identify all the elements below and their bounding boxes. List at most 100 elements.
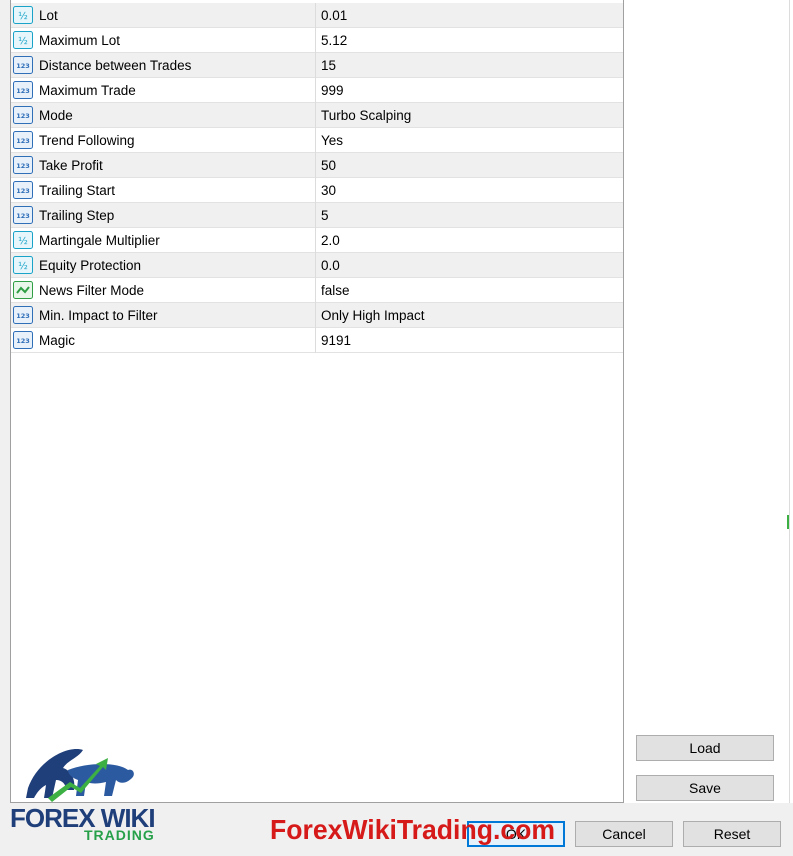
fraction-icon-svg: ½: [13, 6, 33, 24]
watermark-text: ForexWikiTrading.com: [270, 814, 556, 845]
integer-icon: 123: [13, 181, 33, 199]
svg-text:½: ½: [18, 260, 28, 272]
parameter-name: Equity Protection: [39, 257, 142, 273]
svg-text:123: 123: [16, 87, 30, 95]
parameter-value[interactable]: 999: [316, 78, 623, 103]
svg-text:123: 123: [16, 337, 30, 345]
parameter-row[interactable]: 123 Trend Following Yes: [11, 127, 623, 153]
svg-text:123: 123: [16, 137, 30, 145]
svg-text:123: 123: [16, 212, 30, 220]
parameter-name-cell: 123 Trailing Step: [11, 202, 316, 228]
green-marker: [787, 515, 789, 529]
integer-icon-svg: 123: [13, 81, 33, 99]
parameter-name: Mode: [39, 107, 73, 123]
reset-button[interactable]: Reset: [683, 821, 781, 847]
integer-icon: 123: [13, 306, 33, 324]
integer-icon: 123: [13, 156, 33, 174]
svg-text:½: ½: [18, 35, 28, 47]
parameter-row[interactable]: ½ Equity Protection 0.0: [11, 252, 623, 278]
parameter-name-cell: ½ Lot: [11, 2, 316, 28]
fraction-icon: ½: [13, 6, 33, 24]
parameter-row[interactable]: 123 Maximum Trade 999: [11, 77, 623, 103]
logo-subtext: TRADING: [84, 827, 155, 843]
parameter-row[interactable]: 123 Take Profit 50: [11, 152, 623, 178]
svg-text:123: 123: [16, 187, 30, 195]
parameter-row[interactable]: 123 Distance between Trades 15: [11, 52, 623, 78]
parameter-row[interactable]: ½ Martingale Multiplier 2.0: [11, 227, 623, 253]
fraction-icon-svg: ½: [13, 31, 33, 49]
side-divider: [789, 0, 790, 856]
fraction-icon: ½: [13, 231, 33, 249]
parameter-value[interactable]: 30: [316, 178, 623, 203]
parameter-name-cell: News Filter Mode: [11, 277, 316, 303]
parameter-value[interactable]: 50: [316, 153, 623, 178]
parameter-name: Maximum Lot: [39, 32, 121, 48]
load-button[interactable]: Load: [636, 735, 774, 761]
parameter-row[interactable]: 123 Mode Turbo Scalping: [11, 102, 623, 128]
save-button[interactable]: Save: [636, 775, 774, 801]
parameter-value[interactable]: Turbo Scalping: [316, 103, 623, 128]
parameter-name-cell: 123 Min. Impact to Filter: [11, 302, 316, 328]
fraction-icon-svg: ½: [13, 231, 33, 249]
parameter-value[interactable]: Yes: [316, 128, 623, 153]
parameter-name: Distance between Trades: [39, 57, 192, 73]
integer-icon: 123: [13, 56, 33, 74]
integer-icon: 123: [13, 106, 33, 124]
integer-icon-svg: 123: [13, 156, 33, 174]
parameter-value[interactable]: 2.0: [316, 228, 623, 253]
integer-icon-svg: 123: [13, 56, 33, 74]
parameter-name: Take Profit: [39, 157, 103, 173]
svg-text:123: 123: [16, 312, 30, 320]
side-panel: [624, 0, 793, 856]
parameter-value[interactable]: 9191: [316, 328, 623, 353]
parameter-name: News Filter Mode: [39, 282, 145, 298]
parameter-value[interactable]: Only High Impact: [316, 303, 623, 328]
parameter-row[interactable]: 123 Min. Impact to Filter Only High Impact: [11, 302, 623, 328]
integer-icon-svg: 123: [13, 106, 33, 124]
parameter-value[interactable]: 0.0: [316, 253, 623, 278]
parameter-name: Trailing Step: [39, 207, 115, 223]
integer-icon-svg: 123: [13, 306, 33, 324]
parameter-value[interactable]: false: [316, 278, 623, 303]
parameter-row[interactable]: 123 Trailing Start 30: [11, 177, 623, 203]
integer-icon-svg: 123: [13, 331, 33, 349]
parameter-value[interactable]: 0.01: [316, 3, 623, 28]
svg-text:½: ½: [18, 10, 28, 22]
parameter-name: Trailing Start: [39, 182, 116, 198]
parameter-name-cell: ½ Martingale Multiplier: [11, 227, 316, 253]
parameter-name-cell: 123 Magic: [11, 327, 316, 353]
parameter-value[interactable]: 5: [316, 203, 623, 228]
parameter-name: Maximum Trade: [39, 82, 136, 98]
integer-icon: 123: [13, 206, 33, 224]
svg-text:123: 123: [16, 162, 30, 170]
parameter-name-cell: 123 Take Profit: [11, 152, 316, 178]
parameter-row[interactable]: ½ Maximum Lot 5.12: [11, 27, 623, 53]
parameter-value[interactable]: 5.12: [316, 28, 623, 53]
svg-text:123: 123: [16, 112, 30, 120]
parameter-name-cell: 123 Mode: [11, 102, 316, 128]
parameter-name: Trend Following: [39, 132, 135, 148]
parameter-name-cell: 123 Maximum Trade: [11, 77, 316, 103]
parameter-name-cell: 123 Trend Following: [11, 127, 316, 153]
parameter-name: Lot: [39, 7, 58, 23]
parameter-row[interactable]: 123 Magic 9191: [11, 327, 623, 353]
integer-icon: 123: [13, 131, 33, 149]
parameter-name-cell: ½ Equity Protection: [11, 252, 316, 278]
cancel-button[interactable]: Cancel: [575, 821, 673, 847]
parameter-row[interactable]: 123 Trailing Step 5: [11, 202, 623, 228]
integer-icon-svg: 123: [13, 181, 33, 199]
parameter-name: Martingale Multiplier: [39, 232, 160, 248]
boolean-icon: [13, 281, 33, 299]
parameter-name-cell: 123 Distance between Trades: [11, 52, 316, 78]
parameter-row[interactable]: News Filter Mode false: [11, 277, 623, 303]
parameter-name: Magic: [39, 332, 76, 348]
svg-text:123: 123: [16, 62, 30, 70]
fraction-icon: ½: [13, 256, 33, 274]
fraction-icon-svg: ½: [13, 256, 33, 274]
fraction-icon: ½: [13, 31, 33, 49]
parameter-name-cell: ½ Maximum Lot: [11, 27, 316, 53]
parameter-row[interactable]: ½ Lot 0.01: [11, 2, 623, 28]
parameter-name-cell: 123 Trailing Start: [11, 177, 316, 203]
integer-icon-svg: 123: [13, 131, 33, 149]
parameter-value[interactable]: 15: [316, 53, 623, 78]
